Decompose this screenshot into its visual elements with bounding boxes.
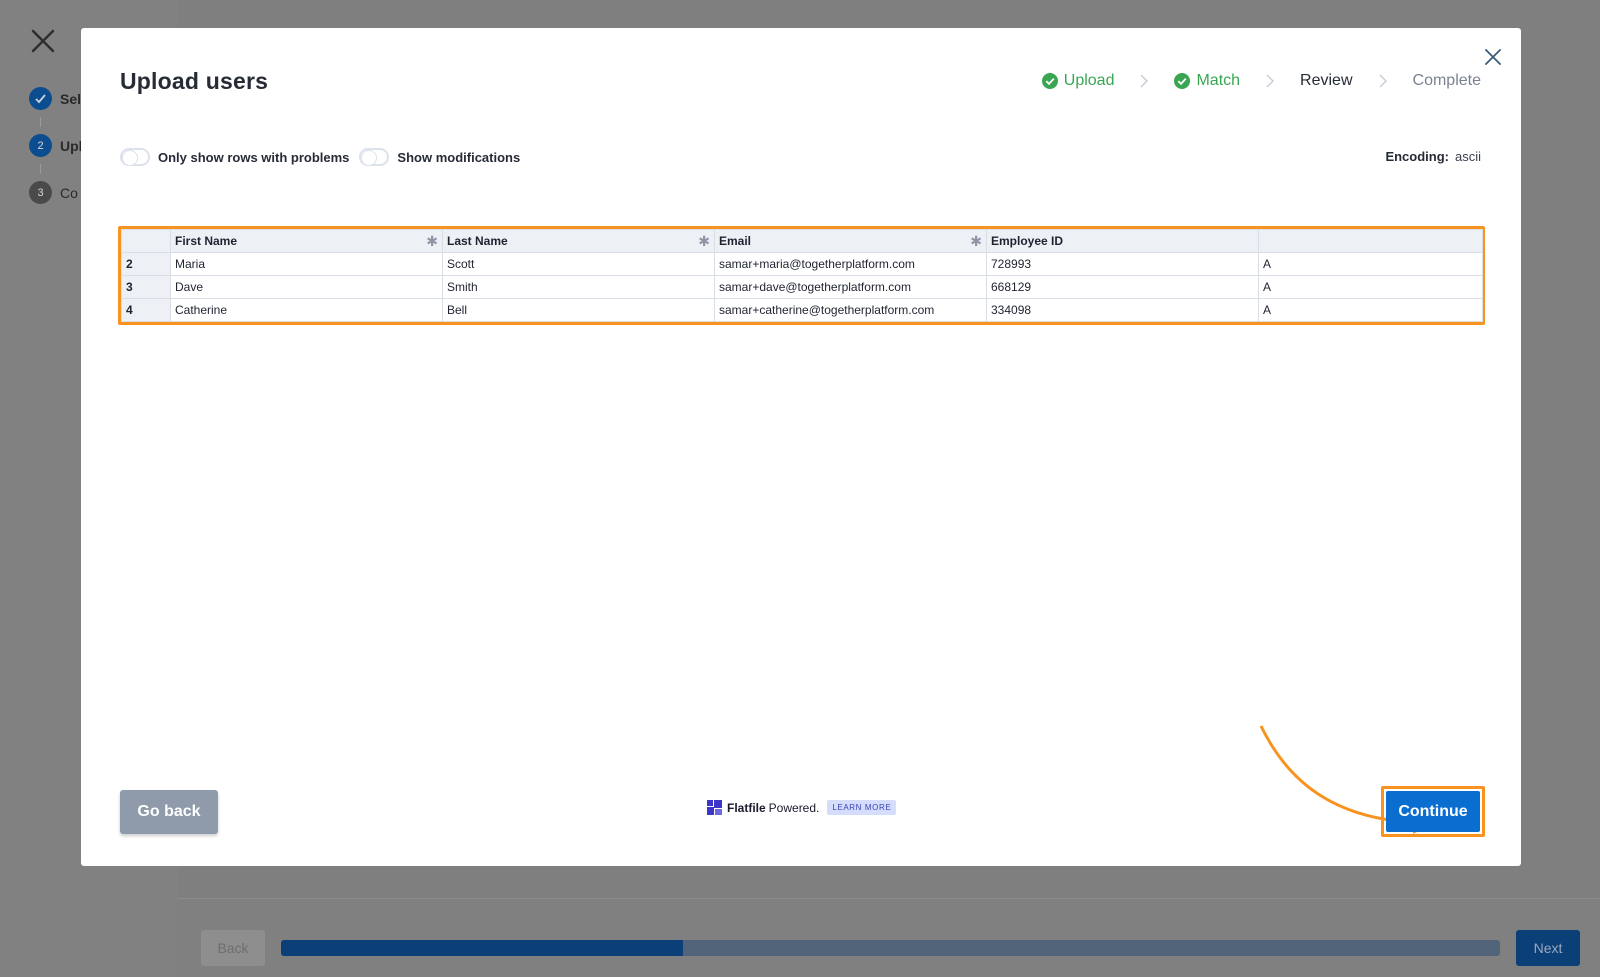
required-asterisk-icon: ✱: [970, 233, 982, 249]
column-header-employee-id[interactable]: Employee ID: [986, 229, 1259, 253]
step-label: Upload: [1063, 72, 1115, 89]
encoding-info: Encoding: ascii: [1385, 149, 1481, 164]
grid-cell[interactable]: A: [1258, 252, 1483, 276]
step-match: Match: [1174, 72, 1240, 90]
column-header-last-name[interactable]: Last Name ✱: [442, 229, 715, 253]
grid-header-row: First Name ✱ Last Name ✱ Email ✱ Employe…: [121, 229, 1483, 253]
column-header-label: Email: [719, 234, 752, 248]
table-row: 4 Catherine Bell samar+catherine@togethe…: [121, 298, 1483, 322]
grid-cell[interactable]: 334098: [986, 298, 1259, 322]
upload-users-modal: Upload users Upload Match Review Complet…: [81, 28, 1521, 866]
powered-text: Powered.: [768, 800, 820, 815]
powered-brand: Flatfile: [727, 800, 766, 815]
continue-button[interactable]: Continue: [1386, 791, 1480, 832]
progress-bar-fill: [281, 940, 684, 956]
step-number-badge: 3: [29, 181, 52, 204]
column-header-email[interactable]: Email ✱: [714, 229, 987, 253]
row-number: 4: [121, 298, 171, 322]
data-grid-highlight: First Name ✱ Last Name ✱ Email ✱ Employe…: [118, 226, 1485, 325]
background-step-3: 3 Co: [29, 181, 78, 204]
background-step-label: Sel: [60, 90, 82, 107]
chevron-right-icon: [1379, 74, 1387, 88]
grid-cell[interactable]: samar+dave@togetherplatform.com: [714, 275, 987, 299]
step-complete: Complete: [1413, 72, 1481, 90]
grid-cell[interactable]: 728993: [986, 252, 1259, 276]
flatfile-logo-icon: [707, 800, 722, 815]
step-label: Review: [1300, 72, 1353, 89]
background-step-label: Upl: [60, 137, 83, 154]
column-header-label: Employee ID: [991, 234, 1064, 248]
check-circle-icon: [1174, 73, 1191, 89]
step-label: Match: [1196, 72, 1241, 89]
grid-cell[interactable]: samar+catherine@togetherplatform.com: [714, 298, 987, 322]
step-upload: Upload: [1041, 72, 1115, 90]
background-footer: [178, 898, 1600, 977]
show-modifications-toggle[interactable]: [359, 148, 390, 166]
encoding-value: ascii: [1454, 149, 1481, 164]
background-step-1: Sel: [29, 87, 81, 110]
check-icon: [29, 87, 52, 110]
step-number-badge: 2: [29, 134, 52, 157]
close-icon[interactable]: [1485, 49, 1501, 65]
check-circle-icon: [1041, 73, 1058, 89]
encoding-label: Encoding:: [1385, 149, 1449, 164]
continue-highlight: Continue: [1381, 786, 1485, 837]
grid-cell[interactable]: samar+maria@togetherplatform.com: [714, 252, 987, 276]
background-step-2: 2 Upl: [29, 134, 83, 157]
step-connector: [40, 117, 41, 127]
chevron-right-icon: [1266, 74, 1275, 88]
background-step-label: Co: [60, 184, 78, 201]
column-header-label: Last Name: [447, 234, 508, 248]
row-number: 2: [121, 252, 171, 276]
row-number-header: [121, 229, 171, 253]
close-icon[interactable]: [30, 28, 56, 54]
chevron-right-icon: [1140, 74, 1149, 88]
table-row: 3 Dave Smith samar+dave@togetherplatform…: [121, 275, 1483, 299]
go-back-button[interactable]: Go back: [120, 790, 218, 834]
grid-cell[interactable]: Dave: [170, 275, 443, 299]
progress-bar: [281, 940, 1500, 956]
grid-cell[interactable]: 668129: [986, 275, 1259, 299]
filter-toggles: Only show rows with problems Show modifi…: [120, 148, 530, 166]
grid-cell[interactable]: Smith: [442, 275, 715, 299]
grid-cell[interactable]: A: [1258, 275, 1483, 299]
next-button[interactable]: Next: [1516, 930, 1580, 966]
required-asterisk-icon: ✱: [698, 233, 710, 249]
show-modifications-label: Show modifications: [397, 149, 521, 165]
step-review: Review: [1300, 72, 1352, 90]
back-button[interactable]: Back: [201, 930, 265, 966]
step-label: Complete: [1412, 72, 1481, 89]
import-stepper: Upload Match Review Complete: [1041, 72, 1481, 90]
column-header-unnamed[interactable]: [1258, 229, 1483, 253]
modal-title: Upload users: [120, 68, 269, 94]
problems-only-toggle[interactable]: [120, 148, 150, 166]
grid-cell[interactable]: Maria: [170, 252, 443, 276]
row-number: 3: [121, 275, 171, 299]
powered-by-badge: Flatfile Powered. LEARN MORE: [707, 800, 897, 815]
required-asterisk-icon: ✱: [426, 233, 438, 249]
grid-cell[interactable]: Scott: [442, 252, 715, 276]
grid-cell[interactable]: Catherine: [170, 298, 443, 322]
column-header-first-name[interactable]: First Name ✱: [170, 229, 443, 253]
step-connector: [40, 164, 41, 174]
learn-more-link[interactable]: LEARN MORE: [827, 800, 897, 815]
table-row: 2 Maria Scott samar+maria@togetherplatfo…: [121, 252, 1483, 276]
grid-cell[interactable]: A: [1258, 298, 1483, 322]
problems-only-label: Only show rows with problems: [158, 149, 350, 165]
column-header-label: First Name: [175, 234, 238, 248]
data-grid: First Name ✱ Last Name ✱ Email ✱ Employe…: [121, 229, 1483, 322]
grid-cell[interactable]: Bell: [442, 298, 715, 322]
